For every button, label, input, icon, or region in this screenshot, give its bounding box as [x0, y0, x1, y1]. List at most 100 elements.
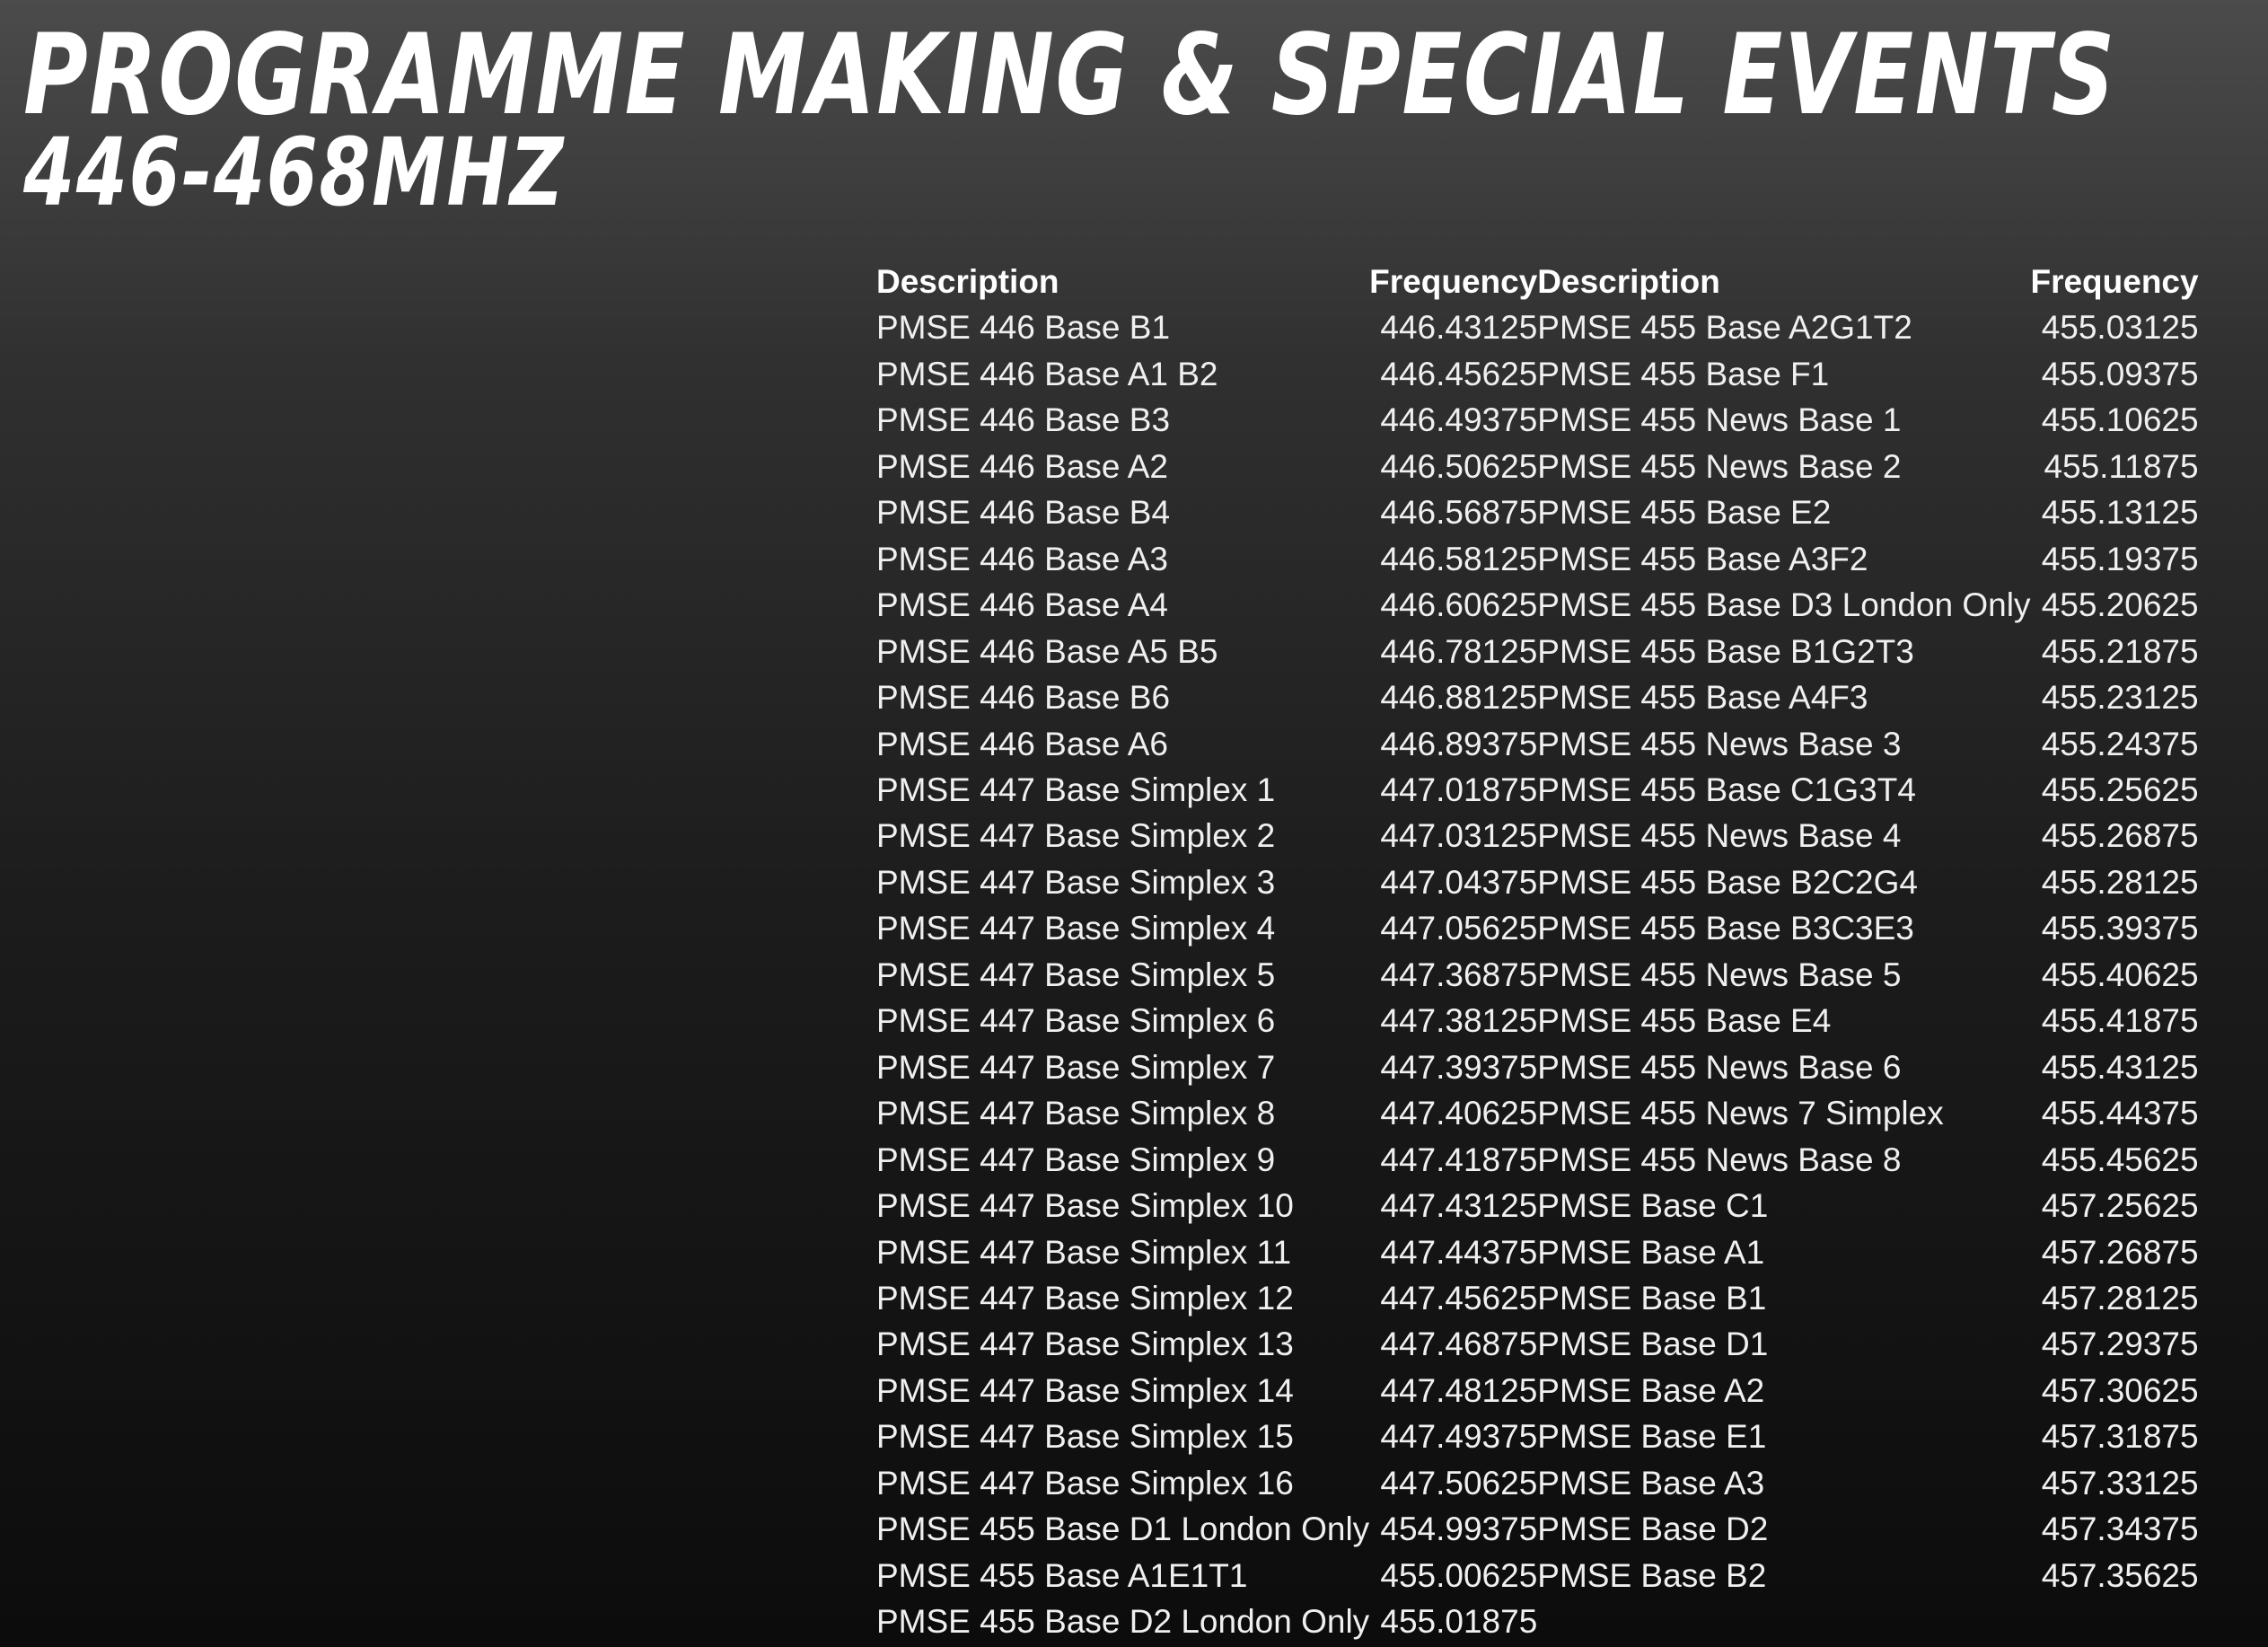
description-cell: PMSE 446 Base A6	[876, 725, 1168, 762]
frequency-cell: 457.33125	[2041, 1464, 2199, 1502]
table-row: PMSE 446 Base B1 446.43125 PMSE 455 Base A…	[876, 304, 2199, 350]
frequency-cell: 455.28125	[2041, 863, 2199, 901]
description-cell	[1537, 1599, 2030, 1644]
table-row: PMSE 447 Base Simplex 3 447.04375 PMSE 455…	[876, 859, 2199, 905]
table-row: PMSE 447 Base Simplex 15 447.49375 PMSE Ba…	[876, 1414, 2199, 1459]
description-cell: PMSE 447 Base Simplex 14	[876, 1371, 1294, 1409]
frequency-cell: 457.25625	[2041, 1187, 2199, 1225]
table-row: PMSE 447 Base Simplex 5 447.36875 PMSE 455…	[876, 952, 2199, 998]
description-cell: PMSE 455 Base F1	[1537, 355, 1830, 392]
frequency-cell: 455.03125	[2041, 309, 2199, 347]
description-cell: PMSE 455 Base E2	[1537, 494, 1832, 532]
frequency-cell: 447.44375	[1380, 1233, 1538, 1271]
frequency-cell: 447.01875	[1380, 771, 1538, 808]
frequency-cell: 455.10625	[2041, 401, 2199, 439]
frequency-cell: 447.43125	[1380, 1187, 1538, 1225]
frequency-cell: 455.11875	[2044, 447, 2199, 485]
description-cell: PMSE 455 News 7 Simplex	[1537, 1095, 1944, 1132]
frequency-cell: 446.43125	[1380, 309, 1538, 347]
description-cell: PMSE 447 Base Simplex 16	[876, 1464, 1294, 1502]
table-row: PMSE 447 Base Simplex 12 447.45625 PMSE Ba…	[876, 1275, 2199, 1321]
frequency-cell: 447.03125	[1380, 817, 1538, 855]
frequency-cell: 447.49375	[1380, 1418, 1538, 1456]
description-cell: PMSE 447 Base Simplex 2	[876, 817, 1276, 855]
frequency-cell: 455.21875	[2041, 632, 2199, 670]
frequency-cell: 455.43125	[2041, 1048, 2199, 1086]
frequency-cell: 447.48125	[1380, 1371, 1538, 1409]
table-row: PMSE 447 Base Simplex 16 447.50625 PMSE Ba…	[876, 1460, 2199, 1506]
table-row: PMSE 447 Base Simplex 2 447.03125 PMSE 455…	[876, 813, 2199, 859]
description-cell: PMSE Base A3	[1537, 1464, 1765, 1502]
frequency-cell: 447.45625	[1380, 1279, 1538, 1317]
description-cell: PMSE Base E1	[1537, 1418, 1767, 1456]
column-header-description: Description	[876, 263, 1059, 300]
description-cell: PMSE 455 News Base 2	[1537, 447, 1902, 485]
frequency-cell: 457.30625	[2041, 1371, 2199, 1409]
description-cell: PMSE 455 Base E4	[1537, 1002, 1832, 1040]
description-cell: PMSE 455 News Base 4	[1537, 817, 1902, 855]
frequency-cell: 457.31875	[2041, 1418, 2199, 1456]
frequency-cell: 447.41875	[1380, 1141, 1538, 1178]
description-cell: PMSE 455 Base D3 London Only	[1537, 586, 2031, 624]
description-cell: PMSE Base D2	[1537, 1510, 1769, 1548]
frequency-cell: 457.26875	[2041, 1233, 2199, 1271]
description-cell: PMSE 447 Base Simplex 3	[876, 863, 1276, 901]
frequency-cell: 455.25625	[2041, 771, 2199, 808]
description-cell: PMSE 455 Base A1E1T1	[876, 1556, 1248, 1594]
frequency-cell: 447.46875	[1380, 1326, 1538, 1363]
description-cell: PMSE 455 Base A3F2	[1537, 540, 1868, 577]
frequency-cell: 447.40625	[1380, 1095, 1538, 1132]
description-cell: PMSE Base B2	[1537, 1556, 1767, 1594]
frequency-table: Description Frequency Description Freque…	[876, 259, 2199, 1645]
description-cell: PMSE 455 Base D1 London Only	[876, 1510, 1370, 1548]
frequency-cell: 455.19375	[2041, 540, 2199, 577]
table-row: PMSE 446 Base B6 446.88125 PMSE 455 Base A…	[876, 674, 2199, 720]
table-row: PMSE 446 Base A4 446.60625 PMSE 455 Base D…	[876, 582, 2199, 628]
page-title: PROGRAMME MAKING & SPECIAL EVENTS	[23, 11, 2116, 140]
description-cell: PMSE 447 Base Simplex 1	[876, 771, 1276, 808]
frequency-range-subtitle: 446-468MHZ	[23, 118, 566, 227]
description-cell: PMSE 446 Base B1	[876, 309, 1171, 347]
table-row: PMSE 446 Base A6 446.89375 PMSE 455 News B…	[876, 721, 2199, 767]
table-row: PMSE 446 Base A5 B5 446.78125 PMSE 455 Bas…	[876, 629, 2199, 674]
description-cell: PMSE 447 Base Simplex 12	[876, 1279, 1294, 1317]
description-cell: PMSE 447 Base Simplex 6	[876, 1002, 1276, 1040]
description-cell: PMSE 447 Base Simplex 13	[876, 1326, 1294, 1363]
frequency-cell: 455.13125	[2041, 494, 2199, 532]
description-cell: PMSE 447 Base Simplex 7	[876, 1048, 1276, 1086]
frequency-cell: 455.44375	[2041, 1095, 2199, 1132]
frequency-cell: 447.05625	[1380, 910, 1538, 947]
frequency-cell: 447.50625	[1380, 1464, 1538, 1502]
frequency-cell: 455.40625	[2041, 956, 2199, 993]
table-row: PMSE 447 Base Simplex 10 447.43125 PMSE Ba…	[876, 1183, 2199, 1229]
frequency-cell: 457.34375	[2041, 1510, 2199, 1548]
frequency-cell: 457.28125	[2041, 1279, 2199, 1317]
description-cell: PMSE 455 Base A4F3	[1537, 679, 1868, 717]
table-row: PMSE 447 Base Simplex 8 447.40625 PMSE 455…	[876, 1090, 2199, 1136]
description-cell: PMSE 455 News Base 6	[1537, 1048, 1902, 1086]
frequency-cell: 446.88125	[1380, 679, 1538, 717]
frequency-cell: 446.58125	[1380, 540, 1538, 577]
table-row: PMSE 447 Base Simplex 4 447.05625 PMSE 455…	[876, 905, 2199, 951]
table-row: PMSE 446 Base A1 B2 446.45625 PMSE 455 Bas…	[876, 351, 2199, 397]
frequency-cell: 454.99375	[1380, 1510, 1538, 1548]
table-row: PMSE 447 Base Simplex 1 447.01875 PMSE 455…	[876, 767, 2199, 813]
description-cell: PMSE 455 News Base 5	[1537, 956, 1902, 993]
description-cell: PMSE 447 Base Simplex 11	[876, 1233, 1292, 1271]
description-cell: PMSE 446 Base B6	[876, 679, 1171, 717]
description-cell: PMSE 455 Base D2 London Only	[876, 1603, 1370, 1641]
description-cell: PMSE Base C1	[1537, 1187, 1769, 1225]
table-row: PMSE 455 Base A1E1T1 455.00625 PMSE Base B…	[876, 1553, 2199, 1599]
description-cell: PMSE 446 Base B4	[876, 494, 1171, 532]
table-row: PMSE 447 Base Simplex 14 447.48125 PMSE Ba…	[876, 1368, 2199, 1414]
description-cell: PMSE 455 News Base 3	[1537, 725, 1902, 762]
description-cell: PMSE 447 Base Simplex 10	[876, 1187, 1294, 1225]
frequency-cell: 446.50625	[1380, 447, 1538, 485]
description-cell: PMSE 446 Base A2	[876, 447, 1168, 485]
frequency-cell: 455.01875	[1380, 1603, 1538, 1641]
description-cell: PMSE 446 Base A1 B2	[876, 355, 1218, 392]
description-cell: PMSE 447 Base Simplex 8	[876, 1095, 1276, 1132]
frequency-cell: 457.29375	[2041, 1326, 2199, 1363]
frequency-cell: 455.24375	[2041, 725, 2199, 762]
table-row: PMSE 446 Base A2 446.50625 PMSE 455 News B…	[876, 444, 2199, 489]
